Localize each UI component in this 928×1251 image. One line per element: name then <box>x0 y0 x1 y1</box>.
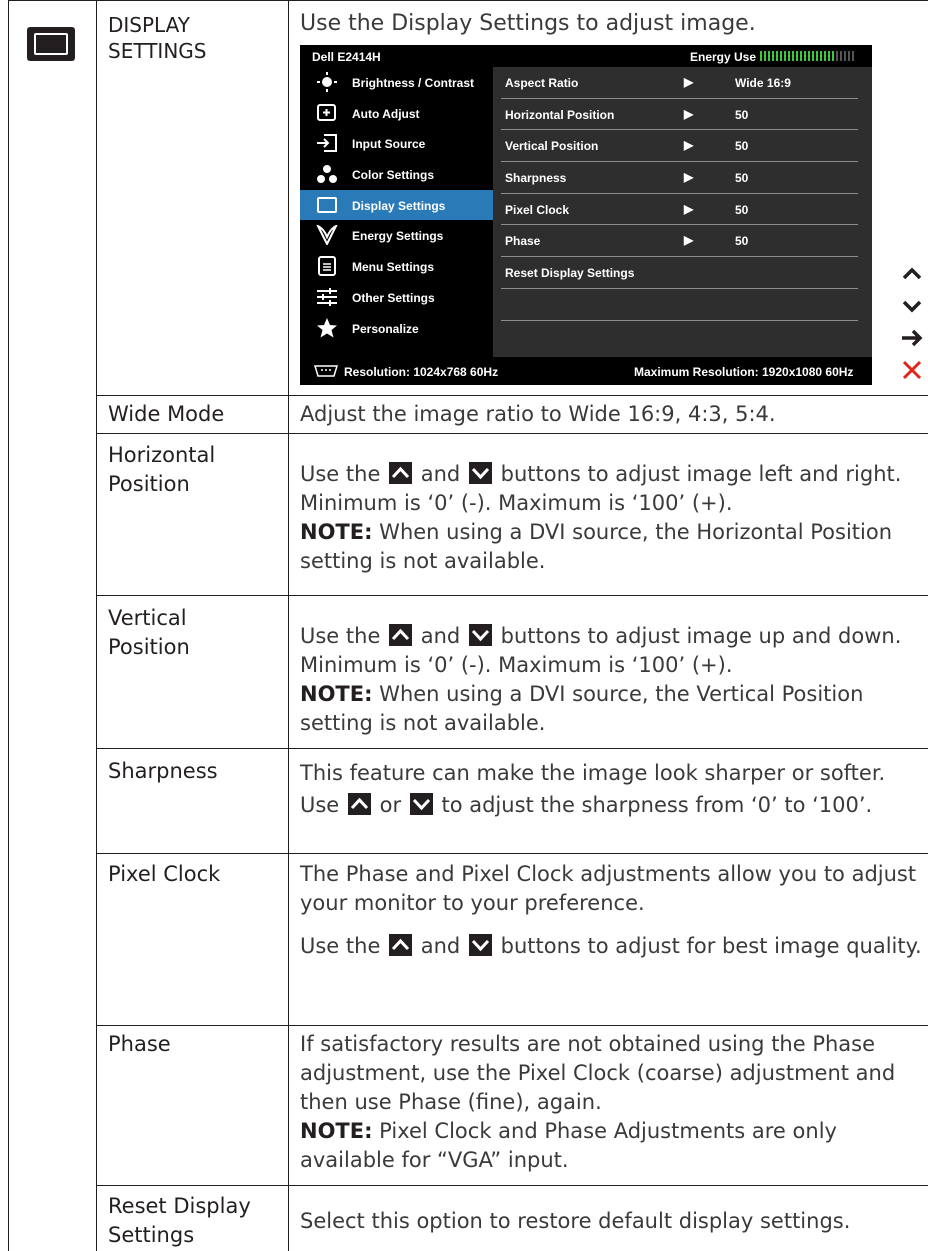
osd-menu-item[interactable]: Color Settings <box>300 159 493 190</box>
up-button-icon <box>389 462 413 484</box>
osd-menu-item[interactable]: Energy Settings <box>300 220 493 251</box>
close-icon[interactable] <box>898 354 928 386</box>
osd-menu-item[interactable]: Input Source <box>300 128 493 159</box>
row-sep <box>96 595 928 596</box>
osd-menu-item[interactable]: Personalize <box>300 313 493 344</box>
down-button-icon <box>409 793 433 815</box>
osd-menu-item[interactable]: Other Settings <box>300 282 493 313</box>
osd-menu-item[interactable]: Brightness / Contrast <box>300 67 493 98</box>
right-triangle-icon: ▶ <box>684 233 694 248</box>
osd-menu-item[interactable]: Auto Adjust <box>300 98 493 129</box>
row-sep <box>96 433 928 434</box>
osd-menu-item-selected[interactable]: Display Settings <box>300 189 493 221</box>
down-button-icon <box>468 462 492 484</box>
osd-submenu-row[interactable]: Vertical Position ▶ 50 <box>501 130 858 163</box>
table-border-left <box>8 0 9 1251</box>
row-sep <box>96 1185 928 1186</box>
right-triangle-icon: ▶ <box>684 170 694 185</box>
osd-side-buttons <box>898 258 928 386</box>
osd-submenu-row[interactable]: Sharpness ▶ 50 <box>501 162 858 194</box>
osd-main-menu: Brightness / Contrast Auto Adjust Input … <box>300 67 493 343</box>
row-label-wide-mode: Wide Mode <box>108 402 225 426</box>
osd-submenu-row[interactable]: Reset Display Settings <box>501 257 858 289</box>
osd-submenu-row-empty <box>501 289 858 321</box>
input-source-icon <box>317 134 337 153</box>
auto-adjust-icon <box>317 103 336 121</box>
osd-menu-item[interactable]: Menu Settings <box>300 251 493 282</box>
osd-footer: Resolution: 1024x768 60Hz Maximum Resolu… <box>300 357 872 385</box>
up-button-icon <box>347 793 371 815</box>
down-button-icon <box>468 624 492 646</box>
display-settings-icon <box>27 27 75 61</box>
row-desc-horizontal-position: Use the and buttons to adjust image left… <box>300 462 902 573</box>
row-sep <box>96 853 928 854</box>
row-label-horizontal-position: Horizontal Position <box>108 443 216 496</box>
row-sep <box>96 395 928 396</box>
energy-meter <box>760 51 854 61</box>
osd-submenu: Aspect Ratio ▶ Wide 16:9 Horizontal Positi… <box>493 67 872 357</box>
section-label: DISPLAY SETTINGS <box>108 13 207 63</box>
up-button-icon <box>389 934 413 956</box>
right-triangle-icon: ▶ <box>684 75 694 89</box>
row-sep <box>96 1025 928 1026</box>
osd-resolution: Resolution: 1024x768 60Hz <box>344 365 499 379</box>
right-arrow-icon[interactable] <box>898 322 928 354</box>
vga-connector-icon <box>314 365 338 377</box>
star-icon <box>317 317 337 337</box>
brightness-icon <box>317 72 337 92</box>
right-triangle-icon: ▶ <box>684 201 694 216</box>
osd-submenu-row[interactable]: Pixel Clock ▶ 50 <box>501 194 858 226</box>
energy-settings-icon <box>316 225 338 246</box>
right-triangle-icon: ▶ <box>684 138 694 153</box>
osd-header: Dell E2414H Energy Use <box>300 45 872 67</box>
other-settings-icon <box>317 287 337 306</box>
right-triangle-icon: ▶ <box>684 106 694 121</box>
row-label-reset-display-settings: Reset Display Settings <box>108 1194 251 1247</box>
osd-model: Dell E2414H <box>312 50 381 64</box>
down-button-icon <box>468 934 492 956</box>
osd-submenu-row-empty <box>501 321 858 352</box>
row-desc-phase: If satisfactory results are not obtained… <box>300 1032 896 1172</box>
row-desc-reset-display-settings: Select this option to restore default di… <box>300 1209 851 1233</box>
osd-submenu-row[interactable]: Horizontal Position ▶ 50 <box>501 99 858 131</box>
osd-submenu-row[interactable]: Phase ▶ 50 <box>501 225 858 258</box>
row-label-phase: Phase <box>108 1032 171 1056</box>
menu-settings-icon <box>318 256 336 277</box>
table-divider-2 <box>288 0 289 1251</box>
table-divider-1 <box>96 0 97 1251</box>
up-button-icon <box>389 624 413 646</box>
row-desc-sharpness: This feature can make the image look sha… <box>300 761 886 817</box>
row-desc-pixel-clock: The Phase and Pixel Clock adjustments al… <box>300 862 922 958</box>
up-arrow-icon[interactable] <box>898 258 928 290</box>
row-label-pixel-clock: Pixel Clock <box>108 862 221 886</box>
color-settings-icon <box>317 165 337 184</box>
row-label-sharpness: Sharpness <box>108 759 218 783</box>
down-arrow-icon[interactable] <box>898 290 928 322</box>
row-desc-vertical-position: Use the and buttons to adjust image up a… <box>300 624 902 735</box>
row-desc-wide-mode: Adjust the image ratio to Wide 16:9, 4:3… <box>300 402 776 426</box>
section-intro: Use the Display Settings to adjust image… <box>300 11 756 36</box>
row-label-vertical-position: Vertical Position <box>108 606 190 659</box>
display-settings-icon <box>317 196 337 213</box>
row-sep <box>96 748 928 749</box>
table-border-top <box>8 0 928 1</box>
osd-energy-label: Energy Use <box>690 50 757 64</box>
osd-screenshot: Dell E2414H Energy Use Brightness / Cont… <box>300 45 872 385</box>
osd-max-resolution: Maximum Resolution: 1920x1080 60Hz <box>634 365 854 379</box>
osd-submenu-row[interactable]: Aspect Ratio ▶ Wide 16:9 <box>501 67 858 99</box>
